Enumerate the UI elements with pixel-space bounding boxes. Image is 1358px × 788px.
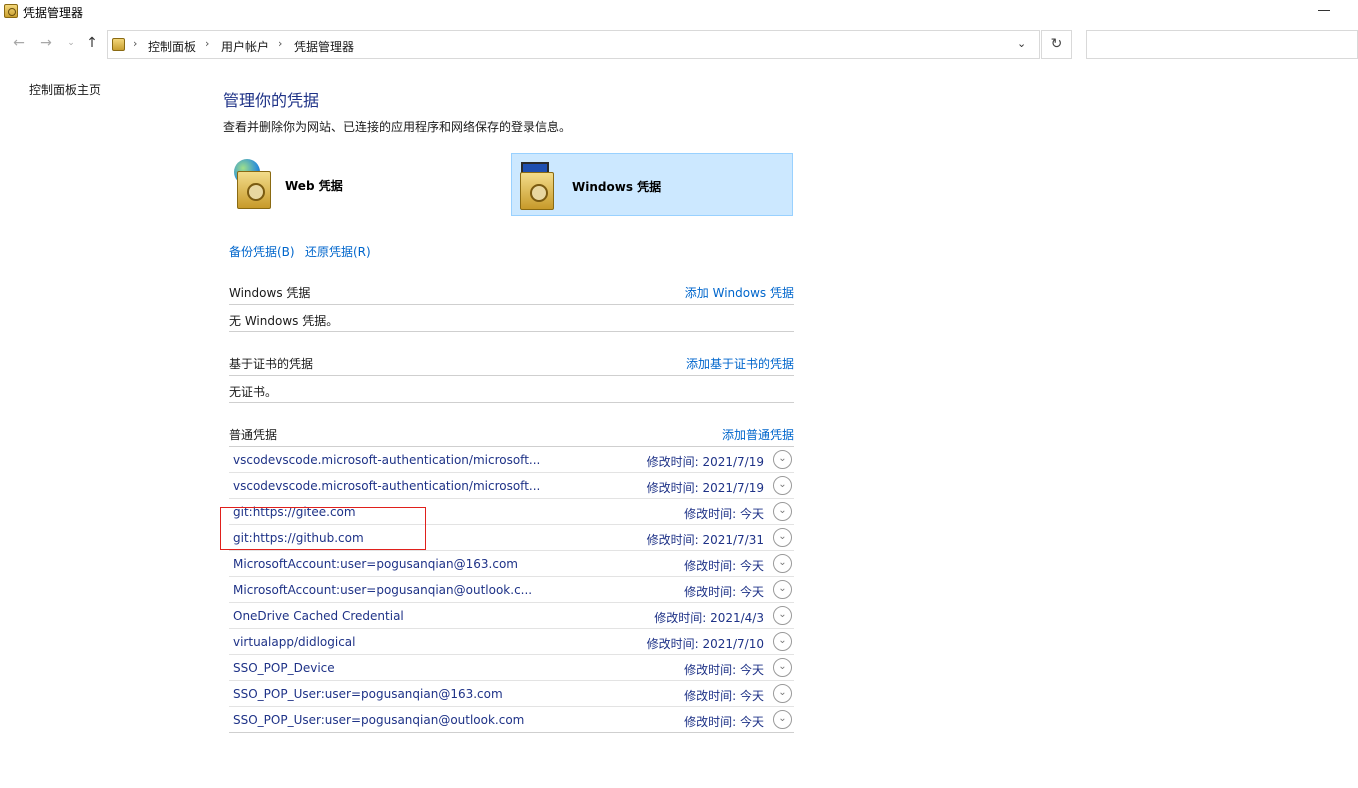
window-title: 凭据管理器 bbox=[23, 6, 84, 20]
expand-chevron-icon[interactable]: ⌄ bbox=[773, 580, 792, 599]
credential-name: SSO_POP_Device bbox=[233, 661, 335, 675]
windows-credentials-section-header: Windows 凭据 添加 Windows 凭据 bbox=[229, 284, 794, 304]
credential-name: MicrosoftAccount:user=pogusanqian@outloo… bbox=[233, 583, 533, 597]
expand-chevron-icon[interactable]: ⌄ bbox=[773, 554, 792, 573]
credential-name: vscodevscode.microsoft-authentication/mi… bbox=[233, 479, 541, 493]
recent-locations-chevron-icon[interactable]: ⌄ bbox=[63, 35, 79, 51]
divider bbox=[229, 375, 794, 376]
credential-modified: 修改时间: 今天 bbox=[684, 559, 764, 573]
chevron-right-icon[interactable]: › bbox=[205, 37, 209, 50]
credential-name: vscodevscode.microsoft-authentication/mi… bbox=[233, 453, 541, 467]
page-description: 查看并删除你为网站、已连接的应用程序和网络保存的登录信息。 bbox=[223, 120, 572, 134]
credential-modified: 修改时间: 今天 bbox=[684, 689, 764, 703]
minimize-button[interactable] bbox=[1318, 10, 1330, 11]
credential-modified: 修改时间: 今天 bbox=[684, 715, 764, 729]
navigation-bar: ← → ⌄ ↑ › 控制面板 › 用户帐户 › 凭据管理器 ⌄ ↻ bbox=[0, 26, 1358, 62]
section-title: 基于证书的凭据 bbox=[229, 357, 314, 371]
expand-chevron-icon[interactable]: ⌄ bbox=[773, 606, 792, 625]
certificate-credentials-empty-text: 无证书。 bbox=[229, 385, 278, 399]
add-generic-credential-link[interactable]: 添加普通凭据 bbox=[722, 426, 794, 443]
credential-modified: 修改时间: 2021/7/31 bbox=[646, 533, 764, 547]
expand-chevron-icon[interactable]: ⌄ bbox=[773, 450, 792, 469]
add-windows-credential-link[interactable]: 添加 Windows 凭据 bbox=[685, 284, 794, 301]
section-title: 普通凭据 bbox=[229, 428, 278, 442]
add-certificate-credential-link[interactable]: 添加基于证书的凭据 bbox=[686, 355, 794, 372]
credential-name: SSO_POP_User:user=pogusanqian@outlook.co… bbox=[233, 713, 525, 727]
back-arrow-icon[interactable]: ← bbox=[11, 35, 27, 51]
divider bbox=[229, 331, 794, 332]
expand-chevron-icon[interactable]: ⌄ bbox=[773, 476, 792, 495]
credential-row[interactable]: MicrosoftAccount:user=pogusanqian@163.co… bbox=[229, 551, 794, 577]
vault-icon bbox=[520, 172, 554, 210]
address-bar[interactable]: › 控制面板 › 用户帐户 › 凭据管理器 ⌄ bbox=[107, 30, 1040, 59]
credential-name: SSO_POP_User:user=pogusanqian@163.com bbox=[233, 687, 503, 701]
credential-modified: 修改时间: 今天 bbox=[684, 507, 764, 521]
expand-chevron-icon[interactable]: ⌄ bbox=[773, 710, 792, 729]
restore-credentials-link[interactable]: 还原凭据(R) bbox=[305, 243, 371, 260]
vault-icon bbox=[237, 171, 271, 209]
credential-row[interactable]: MicrosoftAccount:user=pogusanqian@outloo… bbox=[229, 577, 794, 603]
title-bar: 凭据管理器 bbox=[0, 0, 1358, 24]
certificate-credentials-section-header: 基于证书的凭据 添加基于证书的凭据 bbox=[229, 355, 794, 375]
expand-chevron-icon[interactable]: ⌄ bbox=[773, 632, 792, 651]
windows-credentials-button[interactable]: Windows 凭据 bbox=[511, 153, 793, 216]
breadcrumb-control-panel[interactable]: 控制面板 bbox=[148, 38, 196, 55]
forward-arrow-icon[interactable]: → bbox=[38, 35, 54, 51]
breadcrumb-user-accounts[interactable]: 用户帐户 bbox=[221, 38, 269, 55]
divider bbox=[229, 304, 794, 305]
windows-credentials-empty-text: 无 Windows 凭据。 bbox=[229, 314, 339, 328]
expand-chevron-icon[interactable]: ⌄ bbox=[773, 528, 792, 547]
refresh-icon: ↻ bbox=[1050, 36, 1063, 52]
credential-row[interactable]: SSO_POP_Device 修改时间: 今天 ⌄ bbox=[229, 655, 794, 681]
breadcrumb-credential-manager[interactable]: 凭据管理器 bbox=[294, 38, 354, 55]
credential-manager-icon bbox=[4, 4, 18, 18]
backup-credentials-link[interactable]: 备份凭据(B) bbox=[229, 243, 295, 260]
credential-modified: 修改时间: 2021/4/3 bbox=[654, 611, 764, 625]
credential-modified: 修改时间: 2021/7/10 bbox=[646, 637, 764, 651]
search-input[interactable] bbox=[1086, 30, 1358, 59]
divider bbox=[229, 402, 794, 403]
expand-chevron-icon[interactable]: ⌄ bbox=[773, 658, 792, 677]
credential-name: virtualapp/didlogical bbox=[233, 635, 356, 649]
web-credentials-label: Web 凭据 bbox=[285, 179, 343, 193]
credential-modified: 修改时间: 今天 bbox=[684, 585, 764, 599]
expand-chevron-icon[interactable]: ⌄ bbox=[773, 502, 792, 521]
chevron-down-icon[interactable]: ⌄ bbox=[1017, 37, 1026, 50]
section-title: Windows 凭据 bbox=[229, 286, 311, 300]
expand-chevron-icon[interactable]: ⌄ bbox=[773, 684, 792, 703]
credential-name: OneDrive Cached Credential bbox=[233, 609, 404, 623]
credential-row[interactable]: OneDrive Cached Credential 修改时间: 2021/4/… bbox=[229, 603, 794, 629]
control-panel-home-link[interactable]: 控制面板主页 bbox=[29, 81, 101, 98]
credential-modified: 修改时间: 今天 bbox=[684, 663, 764, 677]
credential-modified: 修改时间: 2021/7/19 bbox=[646, 455, 764, 469]
control-panel-icon bbox=[112, 38, 125, 51]
credential-modified: 修改时间: 2021/7/19 bbox=[646, 481, 764, 495]
chevron-right-icon[interactable]: › bbox=[133, 37, 137, 50]
windows-credentials-label: Windows 凭据 bbox=[572, 180, 662, 194]
generic-credentials-section-header: 普通凭据 添加普通凭据 bbox=[229, 426, 794, 446]
credential-row[interactable]: vscodevscode.microsoft-authentication/mi… bbox=[229, 447, 794, 473]
credential-row[interactable]: vscodevscode.microsoft-authentication/mi… bbox=[229, 473, 794, 499]
web-credentials-button[interactable]: Web 凭据 bbox=[229, 153, 509, 216]
refresh-button[interactable]: ↻ bbox=[1041, 30, 1072, 59]
chevron-right-icon[interactable]: › bbox=[278, 37, 282, 50]
annotation-highlight-box bbox=[220, 507, 426, 550]
page-title: 管理你的凭据 bbox=[223, 91, 320, 110]
up-arrow-icon[interactable]: ↑ bbox=[84, 35, 100, 51]
credential-row[interactable]: SSO_POP_User:user=pogusanqian@163.com 修改… bbox=[229, 681, 794, 707]
credential-row[interactable]: virtualapp/didlogical 修改时间: 2021/7/10 ⌄ bbox=[229, 629, 794, 655]
credential-row[interactable]: SSO_POP_User:user=pogusanqian@outlook.co… bbox=[229, 707, 794, 733]
credential-name: MicrosoftAccount:user=pogusanqian@163.co… bbox=[233, 557, 518, 571]
